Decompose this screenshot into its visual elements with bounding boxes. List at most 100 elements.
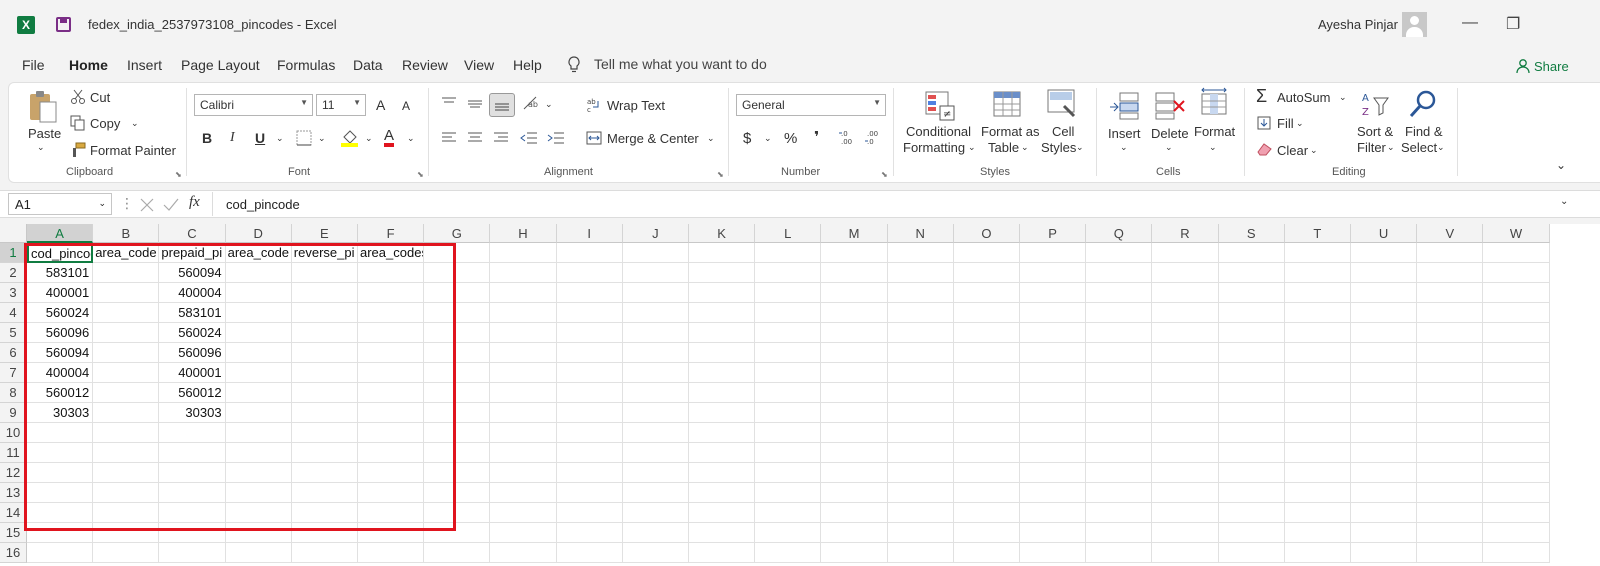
cell-t16[interactable] <box>1284 543 1351 563</box>
cell-t4[interactable] <box>1284 303 1351 323</box>
expand-formula-chevron-icon[interactable]: ⌄ <box>1560 196 1568 207</box>
cell-e14[interactable] <box>291 503 358 523</box>
magnifier-icon[interactable] <box>1408 88 1440 120</box>
cell-o6[interactable] <box>953 343 1020 363</box>
cell-c16[interactable] <box>159 543 226 563</box>
cell-d3[interactable] <box>225 283 292 303</box>
cell-v13[interactable] <box>1417 483 1484 503</box>
conditional-formatting-icon[interactable]: ≠ <box>924 90 956 122</box>
cell-b12[interactable] <box>93 463 160 483</box>
row-header-5[interactable]: 5 <box>0 323 27 343</box>
delete-button[interactable]: Delete <box>1151 126 1189 141</box>
format-painter-button[interactable]: Format Painter <box>90 143 176 158</box>
comma-style-button[interactable]: ❜ <box>814 128 819 146</box>
cell-w11[interactable] <box>1483 443 1550 463</box>
cell-j6[interactable] <box>622 343 689 363</box>
cell-i2[interactable] <box>556 263 623 283</box>
column-header-d[interactable]: D <box>225 224 292 243</box>
cell-m6[interactable] <box>821 343 888 363</box>
cell-s4[interactable] <box>1218 303 1285 323</box>
column-header-i[interactable]: I <box>556 224 623 243</box>
decrease-decimal-icon[interactable]: .00.0 <box>864 128 882 146</box>
row-header-11[interactable]: 11 <box>0 443 27 463</box>
cell-i4[interactable] <box>556 303 623 323</box>
cell-f16[interactable] <box>358 543 425 563</box>
cell-t5[interactable] <box>1284 323 1351 343</box>
cell-q7[interactable] <box>1086 363 1153 383</box>
cell-b13[interactable] <box>93 483 160 503</box>
format-as-table-icon[interactable] <box>992 90 1024 122</box>
cell-w4[interactable] <box>1483 303 1550 323</box>
column-header-q[interactable]: Q <box>1086 224 1153 243</box>
cell-w14[interactable] <box>1483 503 1550 523</box>
tab-review[interactable]: Review <box>402 57 448 73</box>
currency-dropdown-chevron-icon[interactable]: ⌄ <box>764 133 772 144</box>
cell-d2[interactable] <box>225 263 292 283</box>
cell-h9[interactable] <box>490 403 557 423</box>
wrap-text-icon[interactable]: abc <box>586 97 602 113</box>
cell-a2[interactable]: 583101 <box>27 263 94 283</box>
cell-j10[interactable] <box>622 423 689 443</box>
cell-o8[interactable] <box>953 383 1020 403</box>
cell-l8[interactable] <box>755 383 822 403</box>
cell-b15[interactable] <box>93 523 160 543</box>
cell-a3[interactable]: 400001 <box>27 283 94 303</box>
cell-a14[interactable] <box>27 503 94 523</box>
cell-u14[interactable] <box>1351 503 1418 523</box>
cell-c10[interactable] <box>159 423 226 443</box>
cell-m4[interactable] <box>821 303 888 323</box>
insert-cells-icon[interactable] <box>1108 89 1140 121</box>
cell-r15[interactable] <box>1152 523 1219 543</box>
column-header-m[interactable]: M <box>821 224 888 243</box>
cell-u8[interactable] <box>1351 383 1418 403</box>
cell-s2[interactable] <box>1218 263 1285 283</box>
font-launcher-icon[interactable]: ⬊ <box>417 170 424 179</box>
cell-u16[interactable] <box>1351 543 1418 563</box>
percent-button[interactable]: % <box>784 130 797 147</box>
cell-m2[interactable] <box>821 263 888 283</box>
scissors-icon[interactable] <box>70 89 86 105</box>
eraser-icon[interactable] <box>1256 142 1272 156</box>
cell-a15[interactable] <box>27 523 94 543</box>
cell-p15[interactable] <box>1020 523 1087 543</box>
borders-icon[interactable] <box>296 130 312 146</box>
row-header-12[interactable]: 12 <box>0 463 27 483</box>
cell-w1[interactable] <box>1483 243 1550 263</box>
cell-r12[interactable] <box>1152 463 1219 483</box>
cell-l11[interactable] <box>755 443 822 463</box>
tell-me-search[interactable]: Tell me what you want to do <box>594 56 767 72</box>
cell-k2[interactable] <box>689 263 756 283</box>
cell-t11[interactable] <box>1284 443 1351 463</box>
paste-icon[interactable] <box>28 88 58 124</box>
cell-s7[interactable] <box>1218 363 1285 383</box>
row-header-10[interactable]: 10 <box>0 423 27 443</box>
cell-s15[interactable] <box>1218 523 1285 543</box>
alignment-launcher-icon[interactable]: ⬊ <box>717 170 724 179</box>
cell-p5[interactable] <box>1020 323 1087 343</box>
save-icon[interactable] <box>56 17 71 32</box>
cell-p11[interactable] <box>1020 443 1087 463</box>
conditional-dropdown-chevron-icon[interactable]: ⌄ <box>968 142 976 153</box>
cell-s3[interactable] <box>1218 283 1285 303</box>
cell-w9[interactable] <box>1483 403 1550 423</box>
sigma-icon[interactable]: Σ <box>1256 86 1267 107</box>
cell-n13[interactable] <box>887 483 954 503</box>
cell-m7[interactable] <box>821 363 888 383</box>
cell-f6[interactable] <box>358 343 425 363</box>
cell-h11[interactable] <box>490 443 557 463</box>
cell-o5[interactable] <box>953 323 1020 343</box>
cell-g12[interactable] <box>424 463 491 483</box>
cell-e9[interactable] <box>291 403 358 423</box>
cell-k5[interactable] <box>689 323 756 343</box>
cell-b11[interactable] <box>93 443 160 463</box>
name-box[interactable]: A1 ⌄ <box>8 193 112 215</box>
cell-g13[interactable] <box>424 483 491 503</box>
tab-help[interactable]: Help <box>513 57 542 73</box>
cell-k1[interactable] <box>689 243 756 263</box>
cell-j8[interactable] <box>622 383 689 403</box>
column-header-s[interactable]: S <box>1218 224 1285 243</box>
cell-g15[interactable] <box>424 523 491 543</box>
cell-r4[interactable] <box>1152 303 1219 323</box>
cell-a12[interactable] <box>27 463 94 483</box>
cell-a5[interactable]: 560096 <box>27 323 94 343</box>
